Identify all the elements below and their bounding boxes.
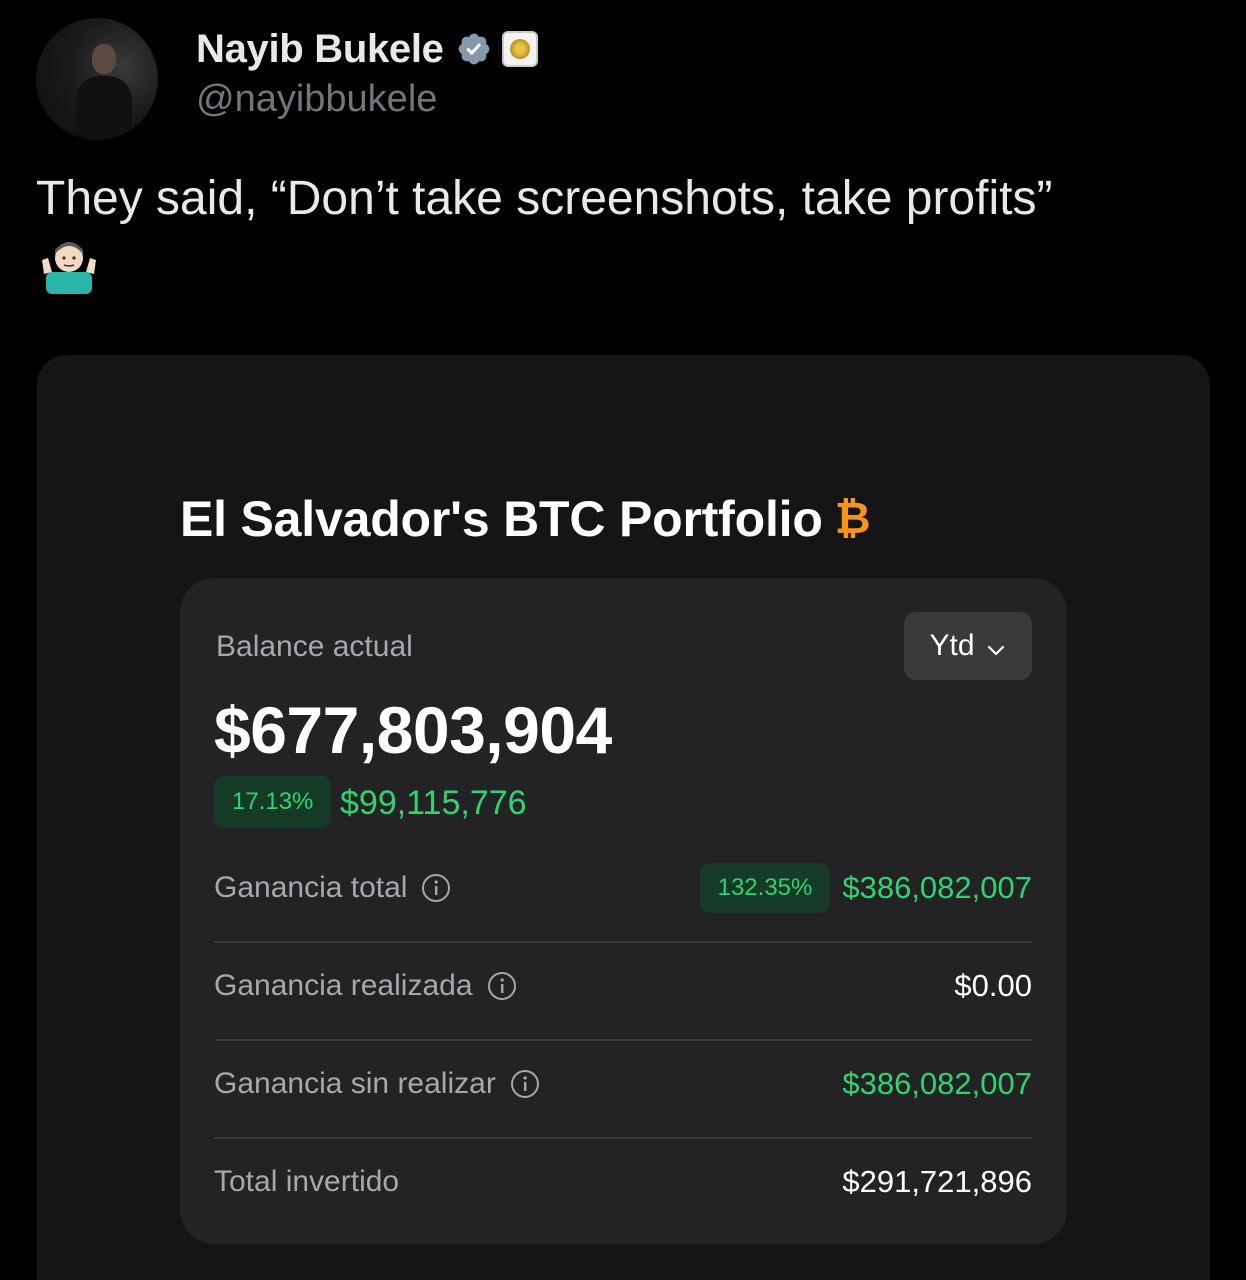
- author-handle[interactable]: @nayibbukele: [196, 78, 538, 121]
- period-select-value: Ytd: [929, 629, 975, 662]
- avatar[interactable]: [36, 18, 158, 140]
- row-ganancia-total: Ganancia total 132.35% $386,082,007: [214, 863, 1032, 913]
- row-percent-badge: 132.35%: [699, 863, 831, 913]
- balance-value: $677,803,904: [214, 693, 612, 767]
- row-right: $291,721,896: [842, 1164, 1032, 1200]
- shrug-emoji-icon: [40, 236, 98, 296]
- chevron-down-icon: [985, 635, 1007, 657]
- row-label-wrapper: Total invertido: [214, 1165, 399, 1199]
- row-label-wrapper: Ganancia total: [214, 871, 451, 905]
- government-affiliate-icon[interactable]: [501, 31, 538, 67]
- row-value: $0.00: [954, 968, 1032, 1003]
- row-label: Total invertido: [214, 1165, 400, 1198]
- balance-label: Balance actual: [216, 630, 413, 663]
- row-total-invertido: Total invertido $291,721,896: [214, 1164, 1032, 1200]
- row-value: $291,721,896: [842, 1164, 1032, 1199]
- row-value: $386,082,007: [842, 1066, 1032, 1101]
- row-label: Ganancia realizada: [214, 969, 473, 1002]
- tweet-text: They said, “Don’t take screenshots, take…: [36, 172, 1053, 225]
- divider: [214, 941, 1032, 943]
- row-label-wrapper: Ganancia sin realizar: [214, 1067, 540, 1101]
- info-icon[interactable]: [421, 873, 451, 903]
- divider: [214, 1039, 1032, 1041]
- info-icon[interactable]: [510, 1069, 540, 1099]
- portfolio-title-text: El Salvador's BTC Portfolio: [180, 491, 823, 547]
- row-label: Ganancia sin realizar: [214, 1067, 496, 1100]
- verified-badge-icon[interactable]: [456, 31, 492, 67]
- author-block: Nayib Bukele @nayibbukele: [196, 26, 538, 121]
- row-label-wrapper: Ganancia realizada: [214, 969, 517, 1003]
- change-amount: $99,115,776: [340, 784, 527, 822]
- portfolio-title: El Salvador's BTC Portfolio ₿: [180, 490, 871, 548]
- change-percent-badge: 17.13%: [214, 776, 332, 828]
- bitcoin-icon: ₿: [834, 494, 871, 543]
- row-value: $386,082,007: [842, 870, 1032, 905]
- author-row: Nayib Bukele: [196, 26, 538, 72]
- avatar-head: [92, 44, 116, 74]
- divider: [214, 1137, 1032, 1139]
- row-ganancia-realizada: Ganancia realizada $0.00: [214, 968, 1032, 1004]
- row-right: 132.35% $386,082,007: [699, 863, 1032, 913]
- row-ganancia-sin-realizar: Ganancia sin realizar $386,082,007: [214, 1066, 1032, 1102]
- period-select[interactable]: Ytd: [904, 612, 1032, 680]
- row-right: $0.00: [954, 968, 1032, 1004]
- info-icon[interactable]: [487, 971, 517, 1001]
- row-right: $386,082,007: [842, 1066, 1032, 1102]
- balance-panel: Balance actual Ytd $677,803,904 17.13% $…: [180, 578, 1067, 1244]
- tweet-page: Nayib Bukele @nayibbukele They said, “Do…: [0, 0, 1246, 1280]
- author-name[interactable]: Nayib Bukele: [196, 27, 444, 72]
- avatar-body: [76, 76, 132, 140]
- row-label: Ganancia total: [214, 871, 408, 904]
